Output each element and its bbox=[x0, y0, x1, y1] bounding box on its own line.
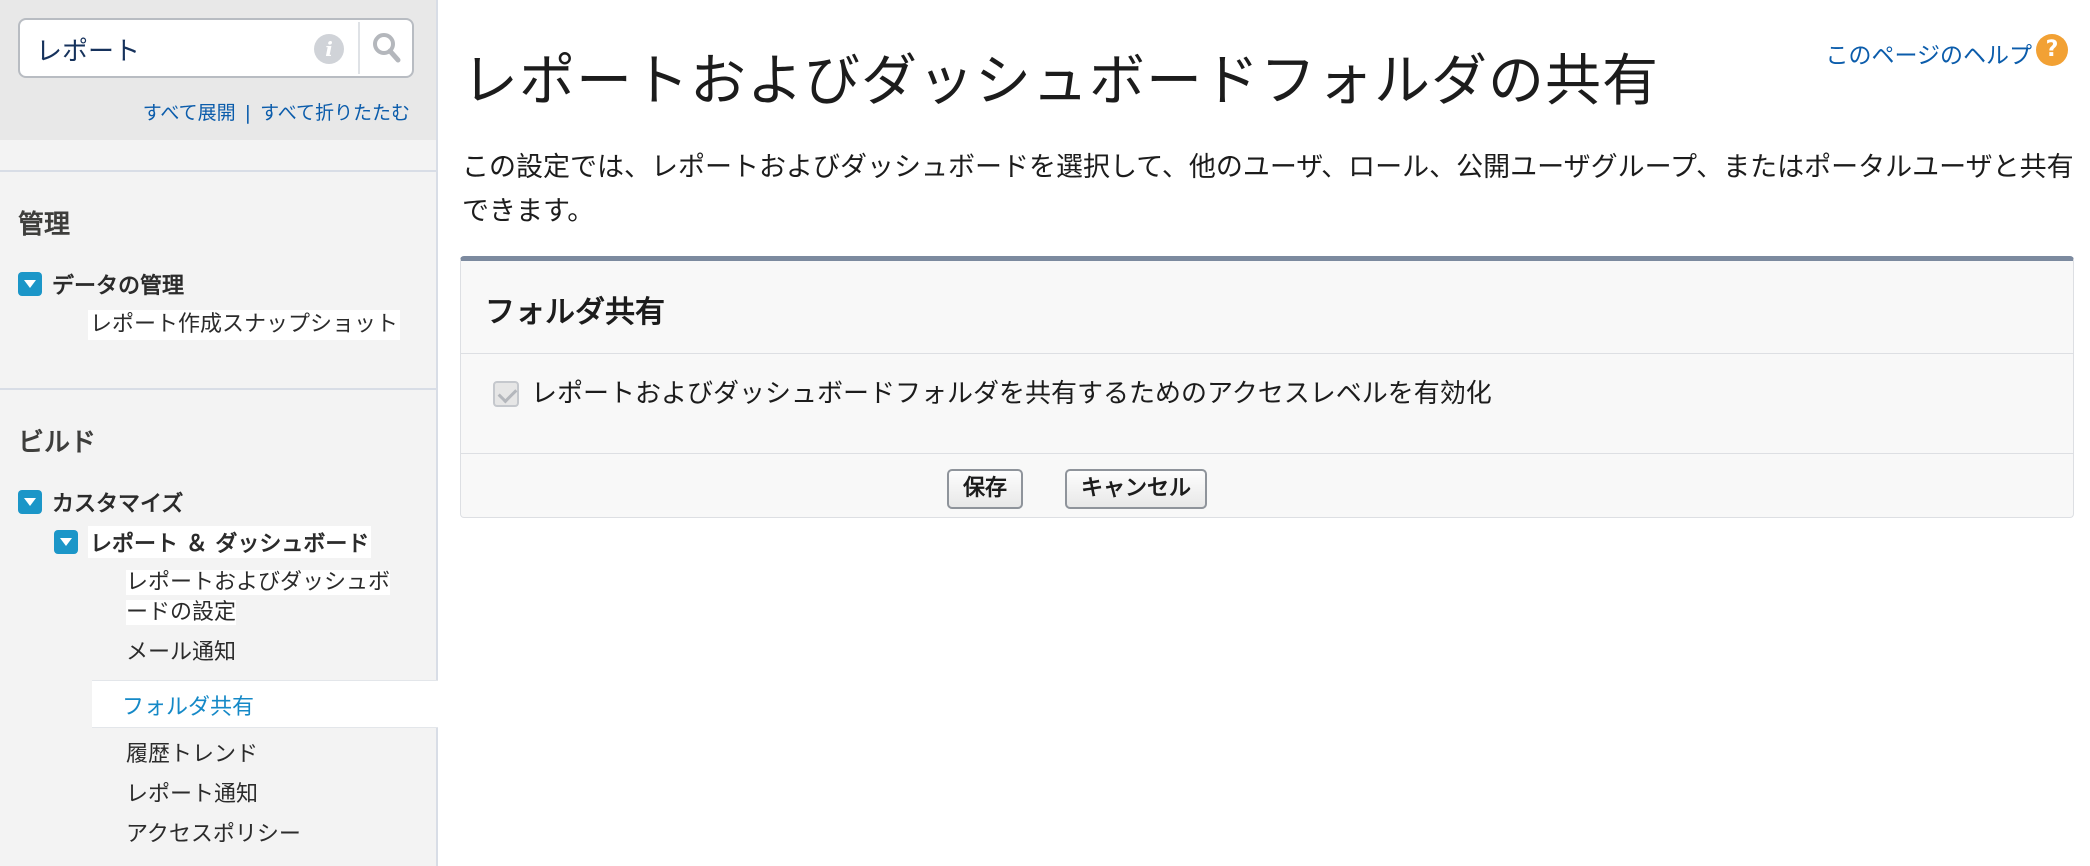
tree-item-customize[interactable]: カスタマイズ bbox=[52, 486, 183, 518]
expand-collapse-links: すべて展開 | すべて折りたたむ bbox=[143, 98, 410, 125]
expand-all-link[interactable]: すべて展開 bbox=[143, 102, 236, 124]
tree-item-report-notifications[interactable]: レポート通知 bbox=[124, 780, 260, 810]
quick-find-box: i bbox=[18, 18, 414, 78]
tree-item-folder-sharing-selected[interactable]: フォルダ共有 bbox=[92, 680, 438, 728]
app: i すべて展開 | すべて折りたたむ 管理 データの管理 レポート作成スナップショッ… bbox=[0, 0, 2090, 866]
section-divider bbox=[0, 388, 436, 390]
tree-item-reports-dashboards[interactable]: レポート ＆ ダッシュボード bbox=[88, 526, 372, 558]
search-icon[interactable] bbox=[362, 22, 412, 74]
tree-item-report-dashboard-settings[interactable]: レポートおよびダッシュボ ードの設定 bbox=[124, 568, 414, 628]
panel-divider bbox=[461, 353, 2073, 354]
main-content: レポートおよびダッシュボードフォルダの共有 このページのヘルプ ? この設定では… bbox=[438, 0, 2090, 866]
chevron-down-icon[interactable] bbox=[18, 272, 42, 296]
help-icon[interactable]: ? bbox=[2036, 34, 2068, 66]
panel-divider bbox=[461, 453, 2073, 454]
info-icon[interactable]: i bbox=[314, 34, 344, 64]
panel-title: フォルダ共有 bbox=[485, 295, 665, 330]
tree-item-label-line1: レポートおよびダッシュボ bbox=[126, 570, 391, 595]
section-heading-build: ビルド bbox=[18, 428, 97, 458]
tree-item-email-notifications[interactable]: メール通知 bbox=[124, 638, 238, 668]
chevron-down-icon[interactable] bbox=[18, 490, 42, 514]
search-divider bbox=[358, 22, 360, 74]
chevron-down-icon[interactable] bbox=[54, 530, 78, 554]
collapse-all-link[interactable]: すべて折りたたむ bbox=[260, 102, 410, 124]
enable-access-levels-label[interactable]: レポートおよびダッシュボードフォルダを共有するためのアクセスレベルを有効化 bbox=[531, 373, 1492, 410]
tree-item-historical-trending[interactable]: 履歴トレンド bbox=[124, 740, 260, 770]
save-button[interactable]: 保存 bbox=[947, 469, 1024, 509]
tree-item-label-line2: ードの設定 bbox=[126, 600, 237, 625]
tree-item-access-policies[interactable]: アクセスポリシー bbox=[124, 820, 303, 850]
enable-access-levels-checkbox[interactable] bbox=[493, 381, 519, 407]
cancel-button[interactable]: キャンセル bbox=[1065, 469, 1208, 509]
page-title: レポートおよびダッシュボードフォルダの共有 bbox=[462, 49, 1659, 114]
tree-item-folder-sharing-label: フォルダ共有 bbox=[122, 695, 255, 720]
link-separator: | bbox=[244, 102, 252, 124]
section-heading-admin: 管理 bbox=[18, 210, 71, 240]
help-link[interactable]: このページのヘルプ bbox=[1825, 36, 2032, 70]
quick-find-input[interactable] bbox=[36, 30, 306, 68]
tree-item-data-management[interactable]: データの管理 bbox=[52, 268, 184, 300]
folder-sharing-panel: フォルダ共有 レポートおよびダッシュボードフォルダを共有するためのアクセスレベル… bbox=[460, 256, 2074, 518]
section-divider bbox=[0, 170, 436, 172]
tree-item-reporting-snapshots[interactable]: レポート作成スナップショット bbox=[88, 310, 401, 340]
setup-sidebar: i すべて展開 | すべて折りたたむ 管理 データの管理 レポート作成スナップショッ… bbox=[0, 0, 438, 866]
page-description: この設定では、レポートおよびダッシュボードを選択して、他のユーザ、ロール、公開ユ… bbox=[462, 152, 2074, 227]
sidebar-search-area: i すべて展開 | すべて折りたたむ bbox=[0, 0, 436, 140]
